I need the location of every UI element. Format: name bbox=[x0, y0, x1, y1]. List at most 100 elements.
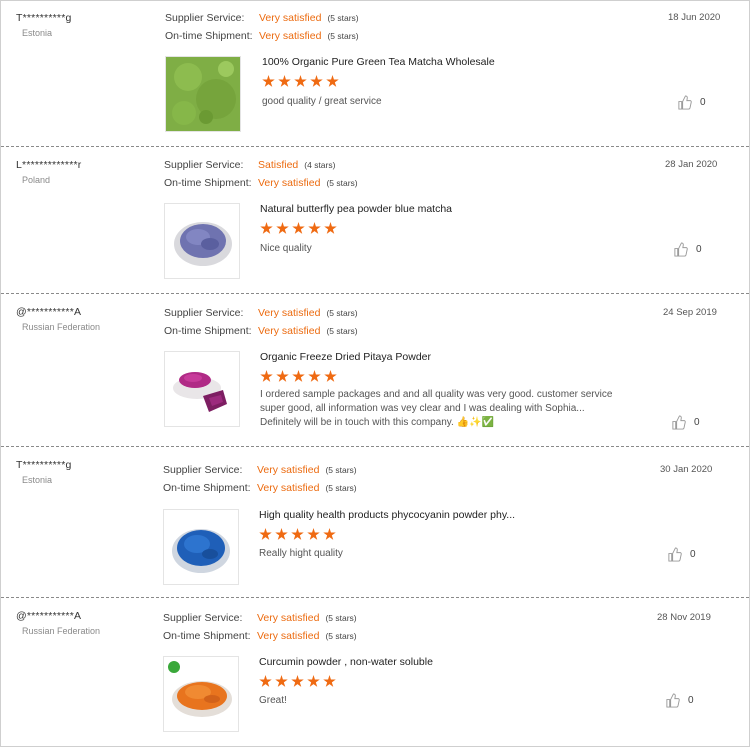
star-icon bbox=[276, 222, 289, 234]
ontime-shipment-rating: Very satisfied bbox=[258, 325, 321, 337]
star-icon bbox=[294, 75, 307, 87]
supplier-service-row: Supplier Service: Very satisfied (5 stars) bbox=[164, 307, 358, 319]
product-name[interactable]: Curcumin powder , non-water soluble bbox=[259, 656, 433, 668]
ontime-shipment-label: On-time Shipment: bbox=[165, 30, 253, 42]
ontime-shipment-label: On-time Shipment: bbox=[164, 177, 252, 189]
star-icon bbox=[324, 222, 337, 234]
thumbs-up-icon bbox=[668, 547, 682, 562]
supplier-service-row: Supplier Service: Satisfied (4 stars) bbox=[164, 159, 335, 171]
buyer-name: @***********A bbox=[16, 610, 82, 622]
product-name[interactable]: 100% Organic Pure Green Tea Matcha Whole… bbox=[262, 56, 495, 68]
buyer-name: L*************r bbox=[16, 159, 82, 171]
supplier-service-rating: Very satisfied bbox=[258, 307, 321, 319]
ontime-shipment-row: On-time Shipment: Very satisfied (5 stars) bbox=[164, 325, 358, 337]
star-icon bbox=[291, 528, 304, 540]
curcumin-powder-image bbox=[164, 657, 238, 731]
supplier-service-label: Supplier Service: bbox=[164, 159, 244, 171]
review-comment: Really hight quality bbox=[259, 548, 343, 559]
pitaya-powder-image bbox=[165, 352, 239, 426]
star-icon bbox=[260, 370, 273, 382]
rating-stars bbox=[259, 675, 336, 688]
star-icon bbox=[310, 75, 323, 87]
star-icon bbox=[275, 528, 288, 540]
supplier-service-rating: Very satisfied bbox=[257, 612, 320, 624]
buyer-name: T**********g bbox=[16, 459, 72, 471]
star-icon bbox=[278, 75, 291, 87]
supplier-service-row: Supplier Service: Very satisfied (5 stars) bbox=[163, 464, 357, 476]
supplier-service-stars: (5 stars) bbox=[325, 613, 357, 623]
star-icon bbox=[308, 370, 321, 382]
supplier-service-rating: Very satisfied bbox=[259, 12, 322, 24]
like-count: 0 bbox=[696, 244, 702, 255]
review-item: T**********g Estonia Supplier Service: Ve… bbox=[1, 0, 749, 147]
thumbs-up-icon bbox=[666, 693, 680, 708]
supplier-service-label: Supplier Service: bbox=[164, 307, 244, 319]
star-icon bbox=[323, 675, 336, 687]
buyer-country: Poland bbox=[22, 175, 51, 185]
like-button[interactable]: 0 bbox=[673, 242, 702, 257]
ontime-shipment-stars: (5 stars) bbox=[325, 483, 357, 493]
supplier-service-row: Supplier Service: Very satisfied (5 stars) bbox=[165, 12, 359, 24]
supplier-service-label: Supplier Service: bbox=[163, 612, 243, 624]
supplier-service-row: Supplier Service: Very satisfied (5 stars) bbox=[163, 612, 357, 624]
buyer-country: Estonia bbox=[22, 475, 53, 485]
star-icon bbox=[326, 75, 339, 87]
review-comment: Nice quality bbox=[260, 243, 312, 254]
ontime-shipment-rating: Very satisfied bbox=[257, 482, 320, 494]
ontime-shipment-stars: (5 stars) bbox=[325, 631, 357, 641]
star-icon bbox=[262, 75, 275, 87]
like-button[interactable]: 0 bbox=[671, 415, 700, 430]
star-icon bbox=[307, 528, 320, 540]
ontime-shipment-rating: Very satisfied bbox=[257, 630, 320, 642]
ontime-shipment-row: On-time Shipment: Very satisfied (5 stars) bbox=[165, 30, 359, 42]
ontime-shipment-rating: Very satisfied bbox=[258, 177, 321, 189]
review-item: L*************r Poland Supplier Service:… bbox=[1, 147, 749, 294]
review-comment: I ordered sample packages and and all qu… bbox=[260, 389, 613, 428]
like-button[interactable]: 0 bbox=[667, 547, 696, 562]
buyer-country: Russian Federation bbox=[22, 626, 101, 636]
like-count: 0 bbox=[690, 549, 696, 560]
rating-stars bbox=[259, 528, 336, 541]
product-image[interactable] bbox=[163, 509, 239, 585]
supplier-service-stars: (5 stars) bbox=[326, 308, 358, 318]
product-name[interactable]: Organic Freeze Dried Pitaya Powder bbox=[260, 351, 431, 363]
star-icon bbox=[259, 528, 272, 540]
ontime-shipment-stars: (5 stars) bbox=[326, 326, 358, 336]
supplier-service-stars: (5 stars) bbox=[325, 465, 357, 475]
supplier-service-label: Supplier Service: bbox=[165, 12, 245, 24]
review-date: 28 Jan 2020 bbox=[665, 159, 718, 170]
like-count: 0 bbox=[694, 417, 700, 428]
star-icon bbox=[292, 222, 305, 234]
ontime-shipment-row: On-time Shipment: Very satisfied (5 stars) bbox=[164, 177, 358, 189]
thumbs-up-icon bbox=[672, 415, 686, 430]
like-count: 0 bbox=[700, 97, 706, 108]
product-name[interactable]: Natural butterfly pea powder blue matcha bbox=[260, 203, 452, 215]
review-comment: good quality / great service bbox=[262, 96, 382, 107]
review-date: 28 Nov 2019 bbox=[657, 612, 711, 623]
supplier-service-stars: (4 stars) bbox=[304, 160, 336, 170]
like-button[interactable]: 0 bbox=[677, 95, 706, 110]
ontime-shipment-label: On-time Shipment: bbox=[163, 482, 251, 494]
review-date: 30 Jan 2020 bbox=[660, 464, 713, 475]
star-icon bbox=[259, 675, 272, 687]
star-icon bbox=[307, 675, 320, 687]
star-icon bbox=[323, 528, 336, 540]
review-item: @***********A Russian Federation Supplie… bbox=[1, 294, 749, 447]
product-image[interactable] bbox=[163, 656, 239, 732]
star-icon bbox=[260, 222, 273, 234]
product-image[interactable] bbox=[164, 203, 240, 279]
phycocyanin-powder-image bbox=[164, 510, 238, 584]
matcha-powder-image bbox=[166, 57, 240, 131]
star-icon bbox=[291, 675, 304, 687]
supplier-service-label: Supplier Service: bbox=[163, 464, 243, 476]
ontime-shipment-rating: Very satisfied bbox=[259, 30, 322, 42]
star-icon bbox=[324, 370, 337, 382]
rating-stars bbox=[260, 370, 337, 383]
rating-stars bbox=[262, 75, 339, 88]
product-name[interactable]: High quality health products phycocyanin… bbox=[259, 509, 515, 521]
buyer-country: Russian Federation bbox=[22, 322, 101, 332]
product-image[interactable] bbox=[165, 56, 241, 132]
product-image[interactable] bbox=[164, 351, 240, 427]
ontime-shipment-row: On-time Shipment: Very satisfied (5 stars) bbox=[163, 482, 357, 494]
like-button[interactable]: 0 bbox=[665, 693, 694, 708]
